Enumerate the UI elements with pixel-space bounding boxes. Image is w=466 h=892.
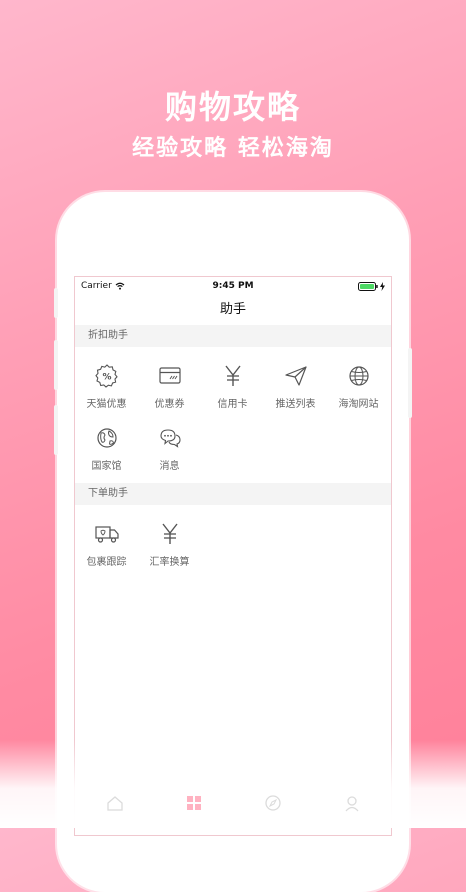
item-label: 汇率换算	[149, 557, 190, 568]
status-bar: Carrier 9:45 PM	[75, 277, 391, 295]
phone-side-button-left-3	[54, 405, 58, 455]
discount-grid: % 天猫优惠 优惠券 信用卡 推送列表 海淘网站 国家馆 消息	[75, 347, 391, 483]
package-tracking-item[interactable]: 包裹跟踪	[75, 517, 138, 579]
promo-title: 购物攻略	[164, 88, 301, 126]
haitao-sites-item[interactable]: 海淘网站	[327, 359, 390, 421]
earth-icon	[96, 428, 117, 448]
item-label: 海淘网站	[338, 399, 379, 410]
item-label: 消息	[159, 461, 180, 472]
globe-icon	[348, 366, 369, 386]
item-label: 天猫优惠	[86, 399, 127, 410]
tab-bar	[0, 790, 466, 820]
nav-title: 助手	[219, 302, 246, 317]
phone-side-button-left-1	[54, 288, 58, 318]
phone-side-button-right	[408, 348, 412, 418]
phone-side-button-left-2	[54, 340, 58, 390]
exchange-rate-item[interactable]: 汇率换算	[138, 517, 201, 579]
item-label: 包裹跟踪	[86, 557, 127, 568]
item-label: 优惠券	[154, 399, 185, 410]
section-order: 下单助手 包裹跟踪 汇率换算	[75, 483, 391, 579]
section-discount: 折扣助手 % 天猫优惠 优惠券 信用卡 推送列表 海淘网站 国家馆 消息	[75, 325, 391, 483]
battery-icon	[358, 282, 378, 291]
section-header: 折扣助手	[75, 325, 391, 347]
coupon-item[interactable]: 优惠券	[138, 359, 201, 421]
svg-text:%: %	[102, 373, 111, 383]
section-header: 下单助手	[75, 483, 391, 505]
order-grid: 包裹跟踪 汇率换算	[75, 505, 391, 579]
yen-icon	[161, 523, 178, 544]
country-pavilion-item[interactable]: 国家馆	[75, 421, 138, 483]
item-label: 国家馆	[91, 461, 122, 472]
coupon-card-icon	[158, 367, 181, 384]
promo-subtitle: 经验攻略 轻松海淘	[132, 136, 334, 161]
yen-icon	[224, 365, 241, 386]
delivery-truck-icon	[94, 526, 119, 543]
compass-icon[interactable]	[264, 794, 282, 812]
paper-plane-icon	[284, 366, 307, 386]
chat-bubbles-icon	[159, 429, 181, 448]
item-label: 推送列表	[275, 399, 316, 410]
battery	[358, 282, 385, 291]
credit-card-item[interactable]: 信用卡	[201, 359, 264, 421]
grid-apps-icon[interactable]	[185, 794, 203, 812]
charging-icon	[380, 282, 385, 291]
discount-icon: %	[94, 364, 118, 388]
status-time: 9:45 PM	[212, 281, 254, 291]
push-list-item[interactable]: 推送列表	[264, 359, 327, 421]
messages-item[interactable]: 消息	[138, 421, 201, 483]
profile-icon[interactable]	[343, 794, 361, 812]
home-icon[interactable]	[106, 794, 124, 812]
item-label: 信用卡	[217, 399, 248, 410]
tmall-discount-item[interactable]: % 天猫优惠	[75, 359, 138, 421]
